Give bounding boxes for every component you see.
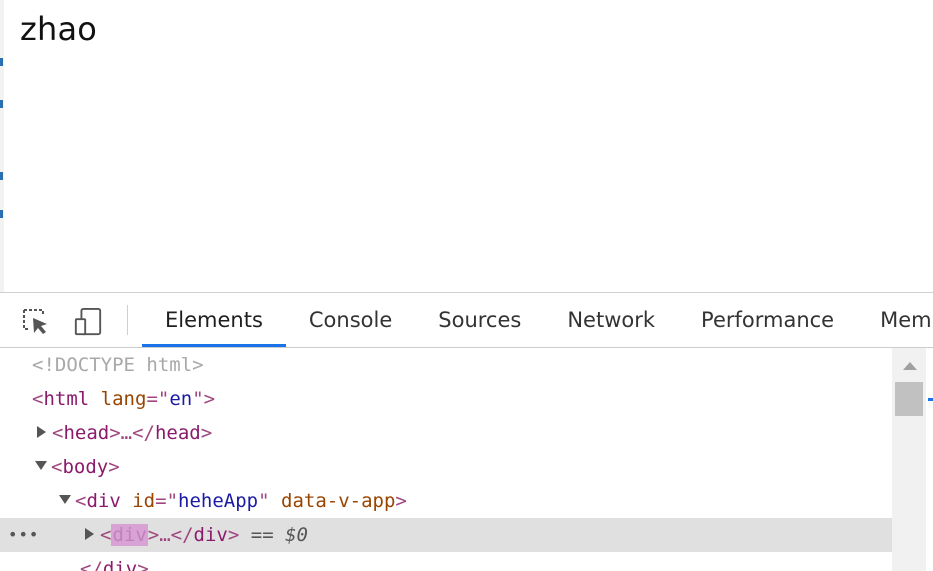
- devtools-tabs: Elements Console Sources Network Perform…: [142, 293, 933, 347]
- device-toggle-icon[interactable]: [73, 307, 103, 337]
- tag-name: div: [193, 524, 228, 546]
- devtools-toolbar: Elements Console Sources Network Perform…: [0, 293, 933, 348]
- attr-quote: ": [258, 490, 270, 512]
- attr-value: en: [169, 388, 193, 410]
- cursor-select-icon[interactable]: [21, 307, 51, 337]
- tree-line-app-div[interactable]: <div id="heheApp" data-v-app>: [0, 484, 892, 518]
- left-edge-strip: [0, 0, 4, 292]
- toolbar-separator: [127, 305, 128, 335]
- tag-bracket: </: [80, 558, 103, 571]
- tree-line-head[interactable]: <head>…</head>: [0, 416, 892, 450]
- tag-name: div: [86, 490, 121, 512]
- tree-line-selected-div[interactable]: ••• <div>…</div> == $0: [0, 518, 892, 552]
- more-options-icon[interactable]: •••: [8, 518, 39, 552]
- tab-elements[interactable]: Elements: [142, 293, 286, 347]
- tag-bracket: >: [395, 490, 407, 512]
- edge-mark: [0, 210, 3, 218]
- tag-bracket: <: [75, 490, 87, 512]
- tag-collapsed: >…</: [109, 422, 155, 444]
- tag-bracket: >: [137, 558, 149, 571]
- tag-name: div: [102, 558, 138, 571]
- tag-bracket: >: [108, 456, 120, 478]
- attr-name: id: [132, 490, 156, 512]
- expand-arrow-icon[interactable]: [85, 527, 94, 540]
- selected-node-marker: == $0: [250, 524, 308, 546]
- tab-performance[interactable]: Performance: [678, 293, 857, 347]
- tag-name: body: [62, 456, 109, 478]
- tab-network[interactable]: Network: [544, 293, 678, 347]
- tab-console[interactable]: Console: [286, 293, 415, 347]
- devtools-panel: Elements Console Sources Network Perform…: [0, 292, 933, 571]
- vertical-scrollbar[interactable]: [892, 348, 926, 571]
- expand-arrow-icon[interactable]: [37, 425, 46, 438]
- tag-name: head: [63, 422, 110, 444]
- tree-line-closing-div[interactable]: </div>: [0, 552, 892, 571]
- scroll-up-icon[interactable]: [903, 362, 917, 370]
- rendered-page: zhao: [0, 0, 933, 292]
- attr-eq: =": [155, 490, 179, 512]
- elements-tree: <!DOCTYPE html> <html lang="en"> <head>……: [0, 348, 892, 571]
- tag-bracket: ">: [192, 388, 216, 410]
- tag-bracket: >: [227, 524, 240, 546]
- tag-name: head: [154, 422, 201, 444]
- tab-memory[interactable]: Mem: [857, 293, 933, 347]
- scrollbar-thumb[interactable]: [895, 382, 923, 416]
- edge-mark: [0, 172, 3, 180]
- page-content-text: zhao: [20, 10, 98, 48]
- attr-value: heheApp: [178, 490, 259, 512]
- attr-eq: =": [146, 388, 170, 410]
- edge-mark: [0, 100, 3, 108]
- edge-mark: [0, 58, 3, 66]
- tree-line-html[interactable]: <html lang="en">: [0, 382, 892, 416]
- side-panel-accent: [928, 398, 933, 401]
- collapse-arrow-icon[interactable]: [35, 461, 47, 470]
- tag-bracket: <: [52, 422, 64, 444]
- side-panel-edge: [926, 348, 933, 571]
- collapse-arrow-icon[interactable]: [59, 495, 71, 504]
- tag-bracket: <: [51, 456, 63, 478]
- tree-line-body[interactable]: <body>: [0, 450, 892, 484]
- attr-name: data-v-app: [281, 490, 396, 512]
- tag-collapsed: >…</: [147, 524, 194, 546]
- tag-bracket: >: [200, 422, 213, 444]
- doctype-text: <!DOCTYPE html>: [32, 354, 204, 376]
- tree-line-doctype[interactable]: <!DOCTYPE html>: [0, 348, 892, 382]
- tag-bracket: <: [100, 524, 112, 546]
- tab-sources[interactable]: Sources: [415, 293, 544, 347]
- highlighted-tag-name: div: [111, 524, 148, 546]
- tag-bracket: <: [32, 388, 44, 410]
- attr-name: lang: [100, 388, 147, 410]
- tag-name: html: [43, 388, 90, 410]
